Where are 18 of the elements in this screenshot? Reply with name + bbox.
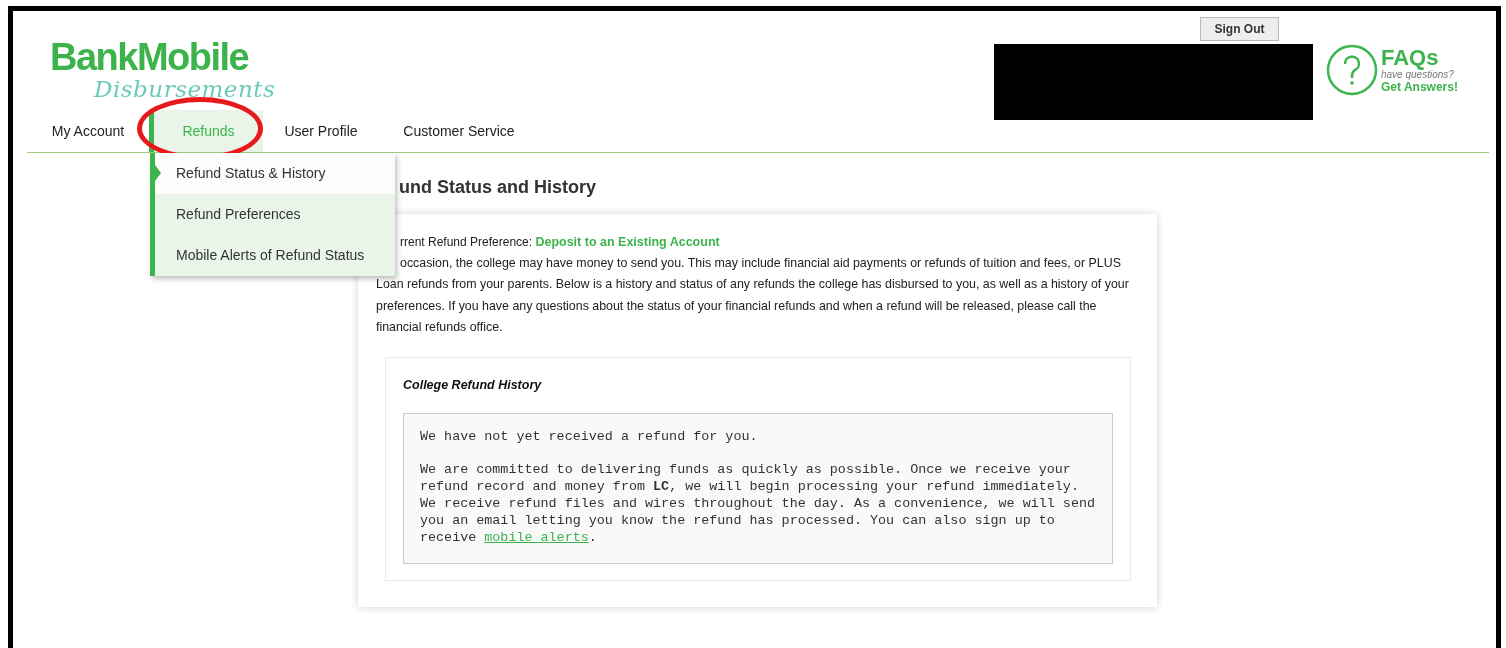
faq-subtitle: have questions? (1381, 68, 1455, 80)
sign-out-button[interactable]: Sign Out (1200, 17, 1279, 41)
nav-tab[interactable]: Customer Service (379, 110, 539, 152)
logo-tagline: Disbursements (94, 77, 276, 101)
nav-tab[interactable]: My Account (27, 110, 149, 152)
detail-paragraph: We are committed to delivering funds as quickly as possible. Once we receive your refund record and money from LC, we will begin processing your refund immediately. We receive refund files and wires throughout the day. As a convenience, we will send you an email letting you know the refund has processed. You can also sign up to receive mobile alerts. (420, 460, 1096, 546)
section-title: College Refund History (403, 377, 543, 395)
preference-label: rrent Refund Preference: (400, 235, 533, 249)
dropdown-item[interactable]: Refund Status & History (155, 153, 395, 194)
question-mark-icon[interactable] (1326, 44, 1378, 96)
logo-wordmark: BankMobile (50, 37, 249, 77)
current-item-marker-icon (155, 165, 161, 181)
page-heading: und Status and History (399, 176, 596, 199)
nav-tab[interactable]: User Profile (263, 110, 379, 152)
preference-value: Deposit to an Existing Account (535, 235, 720, 249)
status-message: We have not yet received a refund for you. (420, 427, 759, 445)
dropdown-item[interactable]: Mobile Alerts of Refund Status (155, 235, 395, 276)
dropdown-item[interactable]: Refund Preferences (155, 194, 395, 235)
